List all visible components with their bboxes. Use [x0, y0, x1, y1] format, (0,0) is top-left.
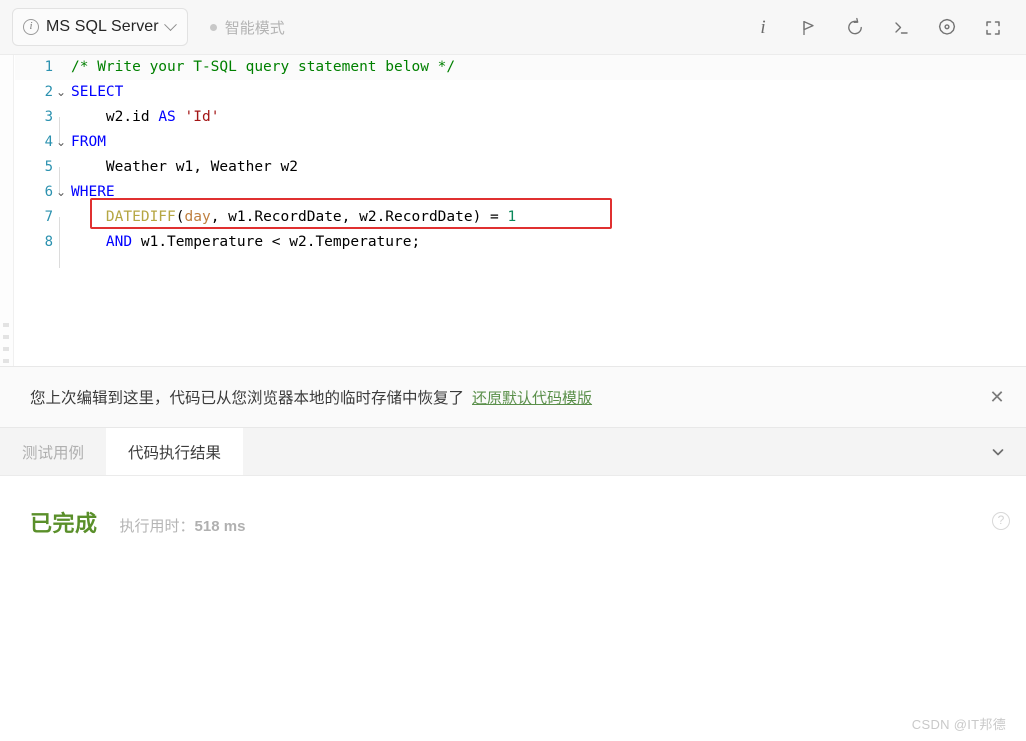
code-token: WHERE [71, 184, 115, 200]
tab-execution-result[interactable]: 代码执行结果 [106, 428, 244, 475]
language-label: MS SQL Server [46, 18, 159, 35]
code-token: SELECT [71, 84, 124, 100]
line-number: 8 [44, 234, 53, 250]
code-text[interactable]: DATEDIFF(day, w1.RecordDate, w2.RecordDa… [69, 205, 516, 230]
code-text[interactable]: w2.id AS 'Id' [69, 105, 220, 130]
code-token: Weather w1, Weather w2 [71, 159, 298, 175]
code-line: 3 w2.id AS 'Id' [15, 105, 1026, 143]
chevron-down-icon [163, 17, 177, 31]
info-button[interactable]: i [740, 5, 786, 51]
chevron-down-icon [992, 448, 1004, 455]
code-line: 7 DATEDIFF(day, w1.RecordDate, w2.Record… [15, 205, 1026, 243]
runtime-label: 执行用时： [119, 518, 195, 535]
fold-chevron-icon[interactable]: ⌄ [53, 80, 69, 105]
code-token: AND [105, 234, 133, 250]
status-row: 已完成 执行用时：518 ms [30, 506, 245, 538]
code-lines[interactable]: 1 /* Write your T-SQL query statement bel… [15, 55, 1026, 366]
code-text[interactable]: /* Write your T-SQL query statement belo… [69, 55, 455, 80]
reset-button[interactable] [832, 5, 878, 51]
info-circle-icon: i [23, 19, 39, 35]
code-text[interactable]: WHERE [69, 180, 115, 205]
code-line: 8 AND w1.Temperature < w2.Temperature; [15, 230, 1026, 268]
fullscreen-icon [986, 20, 1000, 35]
execution-result-panel: 已完成 执行用时：518 ms ? 输入 {"headers": {"Weath… [0, 476, 1026, 741]
line-number: 1 [44, 59, 53, 75]
code-editor-page: i MS SQL Server 智能模式 i 1 /* Write your T… [0, 0, 1026, 741]
tab-test-cases[interactable]: 测试用例 [0, 428, 106, 475]
code-text[interactable]: Weather w1, Weather w2 [69, 155, 298, 180]
code-token: w2.id [71, 109, 159, 125]
settings-button[interactable] [924, 5, 970, 51]
info-icon: i [760, 16, 766, 38]
smart-mode-label: 智能模式 [224, 19, 285, 37]
line-number: 5 [44, 159, 53, 175]
code-token: DATEDIFF [105, 209, 176, 225]
code-line: 5 Weather w1, Weather w2 [15, 155, 1026, 193]
code-line: 4 ⌄ FROM [15, 130, 1026, 155]
smart-mode-dot-icon [209, 23, 217, 31]
reset-icon [847, 17, 862, 35]
sql-code-editor[interactable]: 1 /* Write your T-SQL query statement bel… [0, 55, 1026, 366]
smart-mode-toggle[interactable]: 智能模式 [209, 17, 285, 38]
code-token: /* Write your T-SQL query statement belo… [71, 59, 456, 75]
run-flag-button[interactable] [786, 5, 832, 51]
panel-collapse-button[interactable] [986, 440, 1010, 464]
line-number: 6 [44, 184, 53, 200]
code-line: 2 ⌄ SELECT [15, 80, 1026, 105]
top-toolbar: i MS SQL Server 智能模式 i [0, 0, 1026, 55]
code-text[interactable]: AND w1.Temperature < w2.Temperature; [69, 230, 420, 255]
fullscreen-button[interactable] [970, 5, 1016, 51]
console-icon [895, 21, 908, 34]
restore-notification-bar: 您上次编辑到这里，代码已从您浏览器本地的临时存储中恢复了 还原默认代码模版 ✕ [0, 366, 1026, 428]
line-number: 7 [44, 209, 53, 225]
editor-minimap-strip [0, 55, 14, 366]
code-token: w1.Temperature < w2.Temperature; [132, 234, 421, 250]
code-token: , w1.RecordDate, w2.RecordDate) = [210, 209, 508, 225]
language-selector[interactable]: i MS SQL Server [12, 8, 188, 46]
fold-chevron-icon[interactable]: ⌄ [53, 180, 69, 205]
restore-default-template-link[interactable]: 还原默认代码模版 [472, 387, 592, 408]
toolbar-icon-group: i [740, 0, 1016, 55]
code-text[interactable]: FROM [69, 130, 106, 155]
code-line: 1 /* Write your T-SQL query statement bel… [15, 55, 1026, 80]
watermark: CSDN @IT邦德 [911, 717, 1006, 732]
settings-gear-icon [938, 18, 956, 35]
question-mark-icon[interactable]: ? [992, 512, 1010, 530]
code-line: 6 ⌄ WHERE [15, 180, 1026, 205]
runtime-text: 执行用时：518 ms [120, 515, 246, 536]
line-number: 3 [44, 109, 53, 125]
line-number: 2 [44, 84, 53, 100]
notification-message: 您上次编辑到这里，代码已从您浏览器本地的临时存储中恢复了 [30, 390, 465, 407]
line-number: 4 [44, 134, 53, 150]
console-button[interactable] [878, 5, 924, 51]
result-tabbar: 测试用例 代码执行结果 [0, 428, 1026, 476]
fold-chevron-icon[interactable]: ⌄ [53, 130, 69, 155]
code-text[interactable]: SELECT [69, 80, 123, 105]
code-token: FROM [71, 134, 106, 150]
status-badge: 已完成 [30, 511, 98, 536]
code-token: ( [175, 209, 185, 225]
code-token: AS [158, 109, 176, 125]
flag-icon [803, 20, 814, 35]
code-token: day [184, 209, 211, 225]
close-icon[interactable]: ✕ [984, 384, 1010, 410]
runtime-value: 518 ms [194, 518, 246, 535]
code-token: 1 [507, 209, 517, 225]
code-token: 'Id' [184, 109, 220, 125]
